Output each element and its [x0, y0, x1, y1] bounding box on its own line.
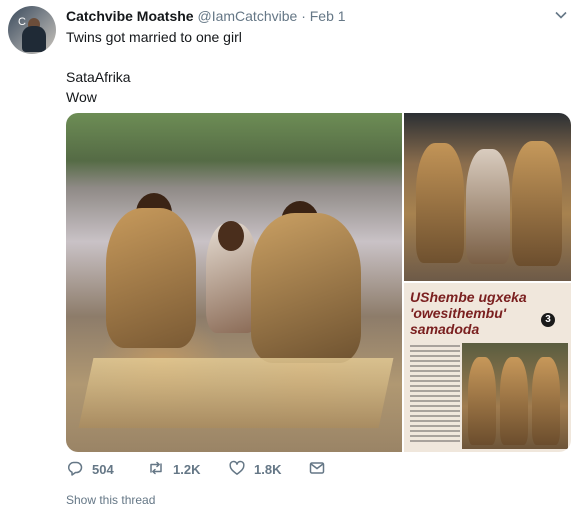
show-thread-link[interactable]: Show this thread [66, 493, 155, 507]
tweet-line-3: SataAfrika [66, 69, 131, 85]
reply-icon [66, 459, 84, 480]
retweet-icon [147, 459, 165, 480]
retweet-count: 1.2K [173, 462, 201, 477]
photo-mat [78, 358, 394, 428]
user-handle[interactable]: @IamCatchvibe [197, 8, 297, 24]
direct-message-button[interactable] [308, 459, 326, 480]
avatar-letter: C [18, 16, 26, 28]
magazine-text-column [410, 345, 460, 445]
like-button[interactable]: 1.8K [228, 459, 281, 480]
reply-count: 504 [92, 462, 114, 477]
separator-dot: · [301, 8, 306, 24]
photo-figure [106, 208, 196, 348]
chevron-down-icon[interactable] [554, 8, 568, 25]
photo-figure [416, 143, 464, 263]
tweet-date[interactable]: Feb 1 [310, 8, 346, 24]
envelope-icon [308, 459, 326, 480]
photo-figure [466, 149, 510, 264]
photo-figure [251, 213, 361, 363]
tweet-line-1: Twins got married to one girl [66, 29, 242, 45]
tweet-actions: 504 1.2K 1.8K [66, 459, 466, 483]
photo-figure [532, 357, 560, 445]
display-name[interactable]: Catchvibe Moatshe [66, 8, 194, 24]
tweet-text: Twins got married to one girl SataAfrika… [66, 27, 242, 107]
avatar-body [22, 26, 46, 52]
photo-figure [468, 357, 496, 445]
avatar[interactable]: C [8, 6, 56, 54]
retweet-button[interactable]: 1.2K [147, 459, 200, 480]
tweet-line-4: Wow [66, 89, 97, 105]
photo-figure [500, 357, 528, 445]
like-count: 1.8K [254, 462, 282, 477]
tweet-header: Catchvibe Moatshe @IamCatchvibe · Feb 1 [66, 8, 346, 24]
media-grid: UShembe ugxeka 'owesithembu' samadoda 3 [66, 113, 571, 452]
photo-wedding-group[interactable] [404, 113, 571, 281]
photo-figure [512, 141, 562, 266]
reply-button[interactable]: 504 [66, 459, 114, 480]
magazine-photo [462, 343, 568, 449]
tweet[interactable]: C Catchvibe Moatshe @IamCatchvibe · Feb … [0, 0, 584, 507]
tweet-line-2 [66, 47, 242, 67]
photo-figure-head [218, 221, 244, 251]
magazine-headline: UShembe ugxeka 'owesithembu' samadoda [410, 289, 527, 337]
photo-magazine-clipping[interactable]: UShembe ugxeka 'owesithembu' samadoda 3 [404, 283, 571, 452]
heart-icon [228, 459, 246, 480]
magazine-number: 3 [541, 313, 555, 327]
photo-wedding-main[interactable] [66, 113, 402, 452]
